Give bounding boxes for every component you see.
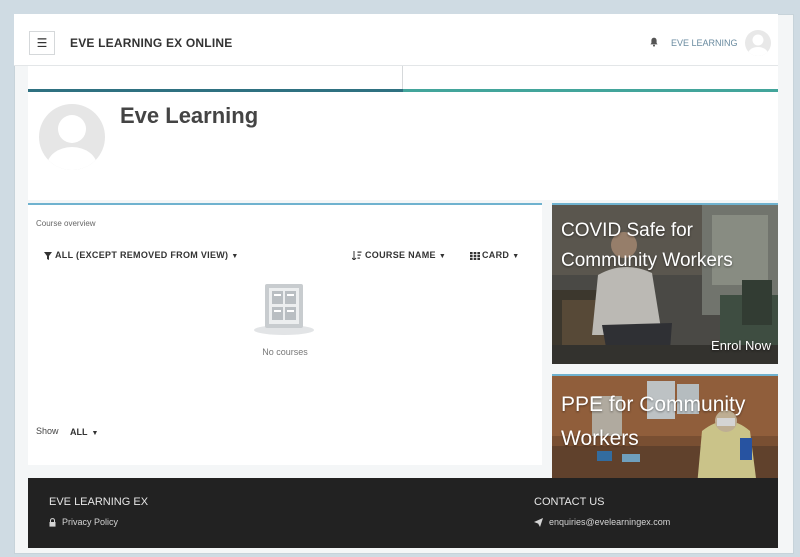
paper-plane-icon — [534, 518, 543, 528]
top-navbar: ☰ EVE LEARNING EX ONLINE EVE LEARNING — [14, 14, 778, 66]
caret-down-icon: ▼ — [231, 253, 239, 260]
sort-label: COURSE NAME — [365, 250, 436, 260]
display-mode-dropdown[interactable]: CARD ▼ — [470, 250, 519, 260]
paging-value: ALL — [70, 427, 88, 437]
caret-down-icon: ▼ — [438, 253, 447, 260]
paging-show-label: Show — [36, 426, 59, 436]
site-title[interactable]: EVE LEARNING EX ONLINE — [70, 36, 232, 50]
caret-down-icon: ▼ — [91, 430, 99, 437]
paging-dropdown[interactable]: ALL ▼ — [70, 427, 98, 437]
no-courses-illustration-icon — [254, 284, 314, 335]
user-menu-name[interactable]: EVE LEARNING — [671, 38, 738, 48]
contact-email-link[interactable]: enquiries@evelearningex.com — [534, 517, 671, 528]
menu-toggle-button[interactable]: ☰ — [29, 31, 55, 55]
lock-icon — [49, 518, 56, 527]
caret-down-icon: ▼ — [512, 253, 520, 260]
display-mode-label: CARD — [482, 250, 510, 260]
enrol-now-link[interactable]: Enrol Now — [711, 338, 771, 353]
sort-alpha-icon — [352, 251, 362, 261]
default-user-icon — [47, 115, 97, 170]
default-user-icon — [748, 34, 768, 56]
contact-heading: CONTACT US — [534, 496, 605, 508]
profile-header: Eve Learning — [28, 92, 778, 200]
secondary-tab-bar — [28, 66, 778, 91]
bell-icon[interactable] — [649, 37, 659, 47]
privacy-policy-label: Privacy Policy — [62, 517, 119, 527]
contact-email: enquiries@evelearningex.com — [549, 517, 671, 527]
promo-title: COVID Safe for Community Workers — [561, 220, 733, 271]
promo-card-ppe[interactable]: PPE for Community Workers — [552, 374, 778, 480]
block-title: Course overview — [36, 219, 96, 228]
profile-name: Eve Learning — [120, 103, 259, 128]
promo-card-covid-safe[interactable]: COVID Safe for Community Workers Enrol N… — [552, 203, 778, 364]
grid-icon — [470, 251, 480, 260]
promo-title: PPE for Community Workers — [561, 393, 746, 450]
filter-icon — [44, 251, 52, 260]
profile-avatar — [39, 104, 105, 170]
grouping-filter-dropdown[interactable]: ALL (EXCEPT REMOVED FROM VIEW) ▼ — [44, 250, 239, 260]
tab-divider — [402, 66, 403, 91]
course-overview-block: Course overview ALL (EXCEPT REMOVED FROM… — [28, 203, 542, 465]
site-footer: EVE LEARNING EX Privacy Policy CONTACT U… — [28, 478, 778, 548]
empty-state-text: No courses — [262, 347, 308, 357]
grouping-filter-label: ALL (EXCEPT REMOVED FROM VIEW) — [55, 250, 229, 260]
sort-dropdown[interactable]: COURSE NAME ▼ — [352, 250, 447, 261]
footer-brand: EVE LEARNING EX — [49, 496, 149, 508]
user-avatar[interactable] — [745, 30, 771, 56]
hamburger-icon: ☰ — [36, 36, 48, 50]
privacy-policy-link[interactable]: Privacy Policy — [49, 517, 118, 527]
